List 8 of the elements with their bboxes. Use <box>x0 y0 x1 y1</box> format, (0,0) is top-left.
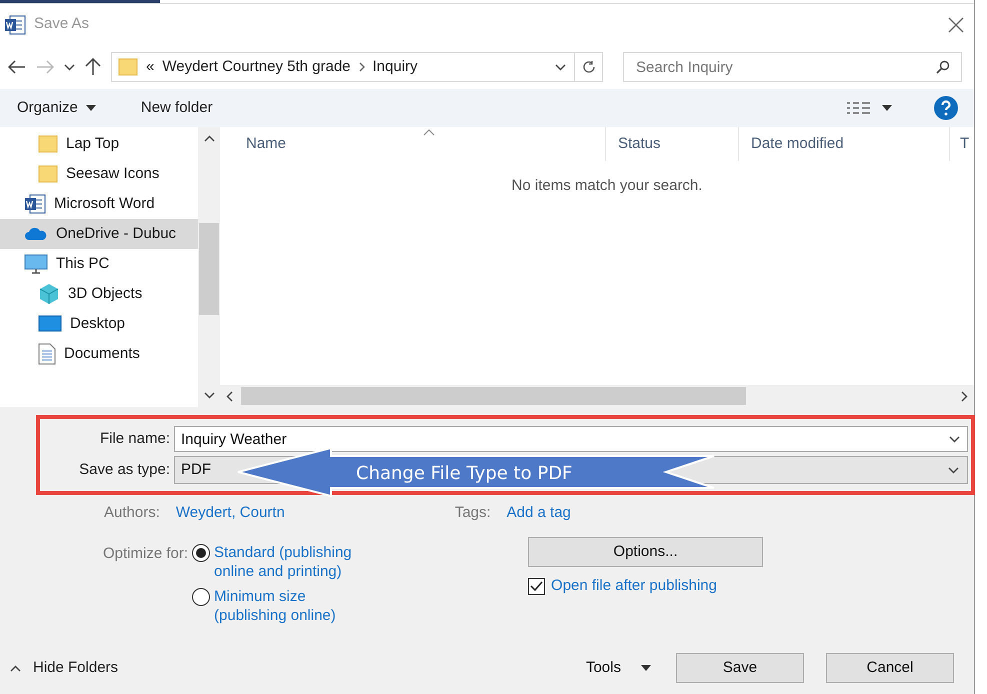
field-label: Save as type: <box>78 460 170 480</box>
window-title: Save As <box>34 14 90 34</box>
field-label: File name: <box>98 428 170 449</box>
field-label: Authors: <box>104 502 160 523</box>
field-label: Optimize for: <box>103 544 188 564</box>
empty-message: No items match your search. <box>512 176 702 196</box>
field-label: Tags: <box>454 502 491 523</box>
callout-text: Change File Type to PDF <box>356 462 572 486</box>
